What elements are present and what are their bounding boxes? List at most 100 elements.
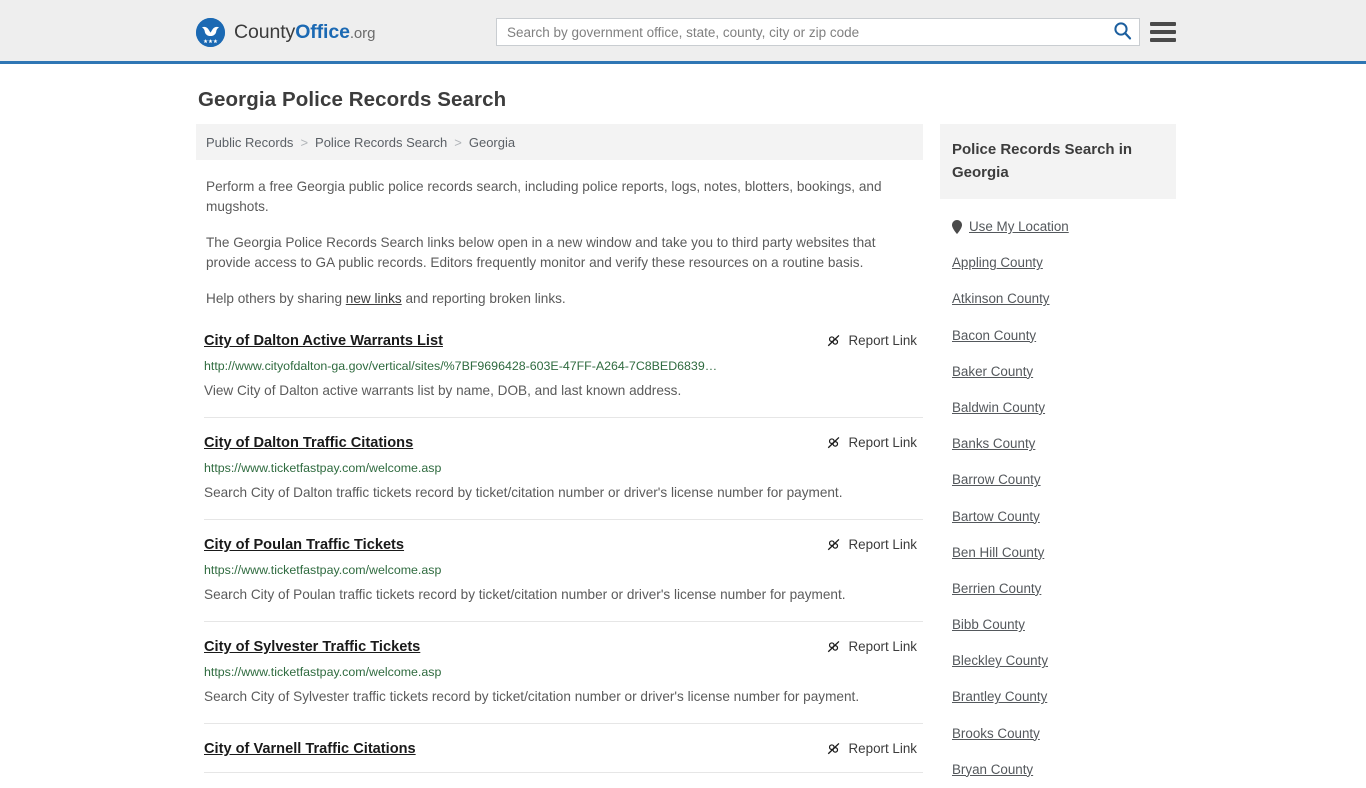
sidebar-item-berrien-county[interactable]: Berrien County [940, 571, 1041, 607]
broken-link-icon [826, 741, 841, 756]
sidebar-item-bartow-county[interactable]: Bartow County [940, 498, 1040, 534]
sidebar-item-label: Ben Hill County [952, 544, 1045, 560]
breadcrumb-item-public-records[interactable]: Public Records [206, 135, 293, 150]
sidebar-item-barrow-county[interactable]: Barrow County [940, 462, 1041, 498]
report-link-button[interactable]: Report Link [826, 434, 917, 450]
list-item: Bacon County [940, 317, 1176, 353]
results-list: City of Dalton Active Warrants List Repo… [196, 330, 923, 773]
broken-link-icon [826, 639, 841, 654]
sidebar-item-brantley-county[interactable]: Brantley County [940, 679, 1047, 715]
report-link-button[interactable]: Report Link [826, 536, 917, 552]
intro-paragraph-2: The Georgia Police Records Search links … [206, 235, 876, 270]
list-item: Use My Location [940, 199, 1176, 245]
hamburger-menu-icon[interactable] [1150, 22, 1176, 42]
intro-paragraph-1: Perform a free Georgia public police rec… [206, 179, 882, 214]
report-link-label: Report Link [848, 333, 917, 348]
sidebar-item-bryan-county[interactable]: Bryan County [940, 752, 1033, 788]
sidebar-item-bleckley-county[interactable]: Bleckley County [940, 643, 1048, 679]
result-url: http://www.cityofdalton-ga.gov/vertical/… [204, 359, 718, 373]
report-link-button[interactable]: Report Link [826, 740, 917, 756]
sidebar-item-appling-county[interactable]: Appling County [940, 245, 1043, 281]
result-url: https://www.ticketfastpay.com/welcome.as… [204, 563, 442, 577]
site-logo-text: CountyOffice.org [234, 21, 375, 44]
broken-link-icon [826, 537, 841, 552]
list-item: Appling County [940, 245, 1176, 281]
list-item: Bleckley County [940, 643, 1176, 679]
new-links-link[interactable]: new links [346, 291, 402, 306]
brand-part-office: Office [295, 21, 350, 43]
list-item: Bartow County [940, 498, 1176, 534]
result-item: City of Varnell Traffic Citations Report… [204, 724, 923, 773]
intro-paragraph-3: Help others by sharing new links and rep… [206, 289, 906, 309]
list-item: Berrien County [940, 571, 1176, 607]
sidebar-item-label: Atkinson County [952, 291, 1050, 307]
main-column: Public Records > Police Records Search >… [196, 124, 923, 788]
result-header: City of Dalton Active Warrants List Repo… [204, 332, 923, 350]
result-item: City of Dalton Traffic Citations Report … [204, 418, 923, 520]
sidebar-item-label: Barrow County [952, 472, 1041, 488]
sidebar-item-use-my-location[interactable]: Use My Location [940, 199, 1069, 245]
map-pin-icon [952, 220, 962, 234]
intro-p3-post: and reporting broken links. [401, 291, 566, 306]
page-layout: Public Records > Police Records Search >… [196, 124, 1176, 788]
result-header: City of Varnell Traffic Citations Report… [204, 740, 923, 758]
county-list: Use My Location Appling County Atkinson … [940, 199, 1176, 788]
sidebar-item-banks-county[interactable]: Banks County [940, 426, 1035, 462]
report-link-button[interactable]: Report Link [826, 332, 917, 348]
list-item: Brantley County [940, 679, 1176, 715]
broken-link-icon [826, 435, 841, 450]
result-item: City of Poulan Traffic Tickets Report Li… [204, 520, 923, 622]
result-header: City of Dalton Traffic Citations Report … [204, 434, 923, 452]
list-item: Brooks County [940, 716, 1176, 752]
sidebar-item-bacon-county[interactable]: Bacon County [940, 317, 1036, 353]
sidebar-item-label: Brooks County [952, 725, 1040, 741]
result-description: Search City of Dalton traffic tickets re… [204, 485, 843, 500]
sidebar-header-box: Police Records Search in Georgia [940, 124, 1176, 199]
result-header: City of Poulan Traffic Tickets Report Li… [204, 536, 923, 554]
search-input[interactable] [497, 19, 1105, 45]
sidebar-item-label: Bibb County [952, 617, 1025, 633]
sidebar-item-baker-county[interactable]: Baker County [940, 354, 1033, 390]
result-title-link[interactable]: City of Poulan Traffic Tickets [204, 536, 404, 554]
sidebar-item-label: Baldwin County [952, 399, 1046, 415]
list-item: Atkinson County [940, 281, 1176, 317]
result-item: City of Sylvester Traffic Tickets Report… [204, 622, 923, 724]
report-link-label: Report Link [848, 639, 917, 654]
sidebar-item-label: Bryan County [952, 761, 1034, 777]
result-title-link[interactable]: City of Dalton Traffic Citations [204, 434, 413, 452]
brand-part-county: County [234, 21, 296, 43]
list-item: Barrow County [940, 462, 1176, 498]
result-description: Search City of Sylvester traffic tickets… [204, 689, 860, 704]
sidebar-item-baldwin-county[interactable]: Baldwin County [940, 390, 1045, 426]
result-header: City of Sylvester Traffic Tickets Report… [204, 638, 923, 656]
sidebar-item-label: Bleckley County [952, 653, 1049, 669]
result-url: https://www.ticketfastpay.com/welcome.as… [204, 461, 442, 475]
sidebar-item-label: Brantley County [952, 689, 1048, 705]
site-logo-link[interactable]: CountyOffice.org [196, 18, 375, 47]
sidebar-item-ben-hill-county[interactable]: Ben Hill County [940, 535, 1044, 571]
breadcrumb-separator: > [300, 134, 309, 150]
breadcrumb-separator: > [454, 134, 462, 150]
result-title-link[interactable]: City of Varnell Traffic Citations [204, 740, 416, 758]
sidebar-item-atkinson-county[interactable]: Atkinson County [940, 281, 1050, 317]
result-title-link[interactable]: City of Sylvester Traffic Tickets [204, 638, 420, 656]
breadcrumb-item-georgia[interactable]: Georgia [469, 135, 515, 150]
report-link-button[interactable]: Report Link [826, 638, 917, 654]
eagle-stars-logo-icon [196, 18, 225, 47]
sidebar-item-label: Berrien County [952, 580, 1042, 596]
search-bar[interactable] [496, 18, 1140, 46]
search-button[interactable] [1105, 19, 1139, 45]
sidebar-item-label: Bartow County [952, 508, 1040, 524]
breadcrumb-item-police-records-search[interactable]: Police Records Search [315, 135, 447, 150]
result-url: https://www.ticketfastpay.com/welcome.as… [204, 665, 442, 679]
report-link-label: Report Link [848, 741, 917, 756]
sidebar-item-bibb-county[interactable]: Bibb County [940, 607, 1025, 643]
sidebar-item-label: Baker County [952, 363, 1034, 379]
broken-link-icon [826, 333, 841, 348]
page-title: Georgia Police Records Search [198, 88, 507, 111]
result-description: Search City of Poulan traffic tickets re… [204, 587, 846, 602]
sidebar-item-brooks-county[interactable]: Brooks County [940, 716, 1040, 752]
site-header: CountyOffice.org [0, 0, 1366, 64]
result-description: View City of Dalton active warrants list… [204, 383, 682, 398]
result-title-link[interactable]: City of Dalton Active Warrants List [204, 332, 443, 350]
